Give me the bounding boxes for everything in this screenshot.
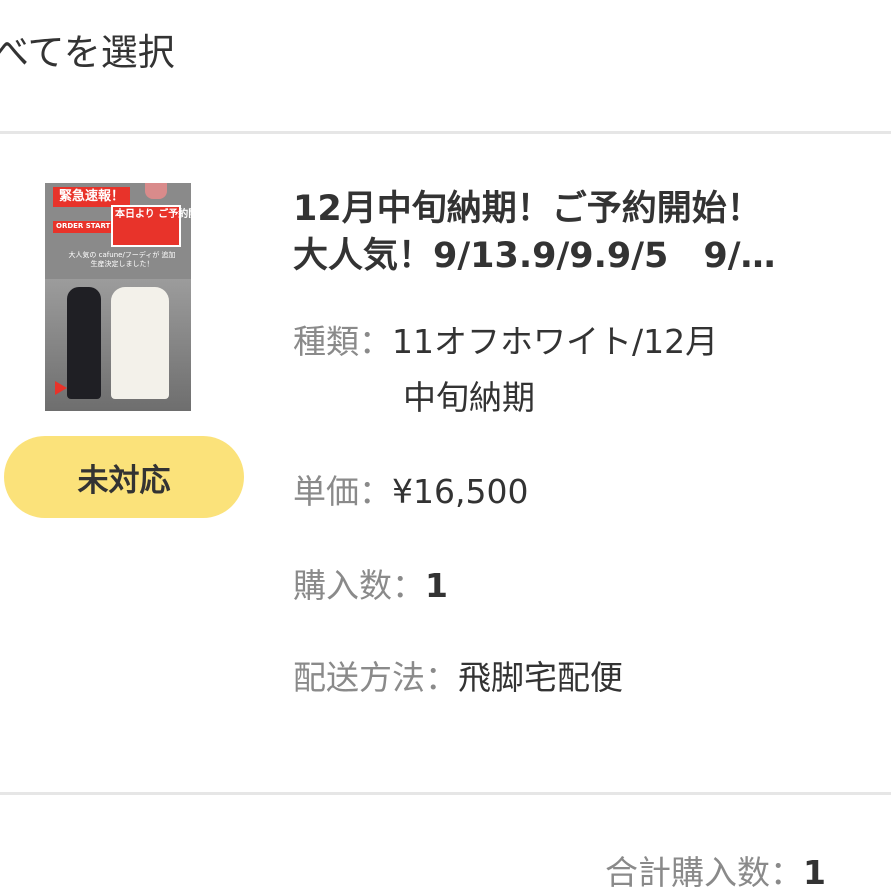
product-title-line-1: 12月中旬納期！ご予約開始！ — [293, 189, 762, 229]
divider-top — [0, 131, 891, 134]
price-row: 単価：¥16,500 — [293, 468, 528, 516]
product-title-line-2: 大人気！9/13.9/9.9/5 9/… — [293, 236, 776, 276]
type-row-continued: 中旬納期 — [403, 374, 535, 422]
quantity-row: 購入数：1 — [293, 562, 448, 610]
thumbnail-garment-white — [111, 287, 169, 399]
product-thumbnail[interactable]: 緊急速報！ ORDER START 本日より ご予約開始！ 大人気の cafun… — [45, 183, 191, 411]
status-badge[interactable]: 未対応 — [4, 436, 244, 518]
divider-bottom — [0, 792, 891, 795]
shipping-label: 配送方法： — [293, 658, 458, 697]
product-title[interactable]: 12月中旬納期！ご予約開始！ 大人気！9/13.9/9.9/5 9/… — [293, 186, 853, 280]
thumbnail-figure-top — [145, 183, 167, 199]
quantity-label: 購入数： — [293, 566, 425, 605]
type-label: 種類： — [293, 322, 392, 361]
shipping-row: 配送方法：飛脚宅配便 — [293, 654, 623, 702]
total-quantity-label: 合計購入数： — [605, 853, 804, 891]
price-label: 単価： — [293, 472, 392, 511]
thumbnail-model-dark — [67, 287, 101, 399]
total-quantity-value: 1 — [803, 853, 826, 891]
total-quantity: 合計購入数：1 — [605, 846, 826, 891]
type-value: 11オフホワイト/12月 — [392, 322, 719, 361]
order-page: べてを選択 緊急速報！ ORDER START 本日より ご予約開始！ 大人気の… — [0, 0, 891, 891]
price-value: ¥16,500 — [392, 472, 529, 511]
thumbnail-banner-start: 本日より ご予約開始！ — [111, 205, 191, 247]
thumbnail-banner-order: ORDER START — [53, 221, 114, 233]
thumbnail-caption: 大人気の cafune/フーディが 追加生産決定しました！ — [68, 251, 176, 268]
type-row: 種類：11オフホワイト/12月 — [293, 318, 718, 366]
play-icon — [55, 381, 67, 395]
shipping-value: 飛脚宅配便 — [458, 658, 623, 697]
type-value-continued: 中旬納期 — [403, 378, 535, 417]
quantity-value: 1 — [425, 566, 448, 605]
select-all-label[interactable]: べてを選択 — [0, 22, 175, 76]
